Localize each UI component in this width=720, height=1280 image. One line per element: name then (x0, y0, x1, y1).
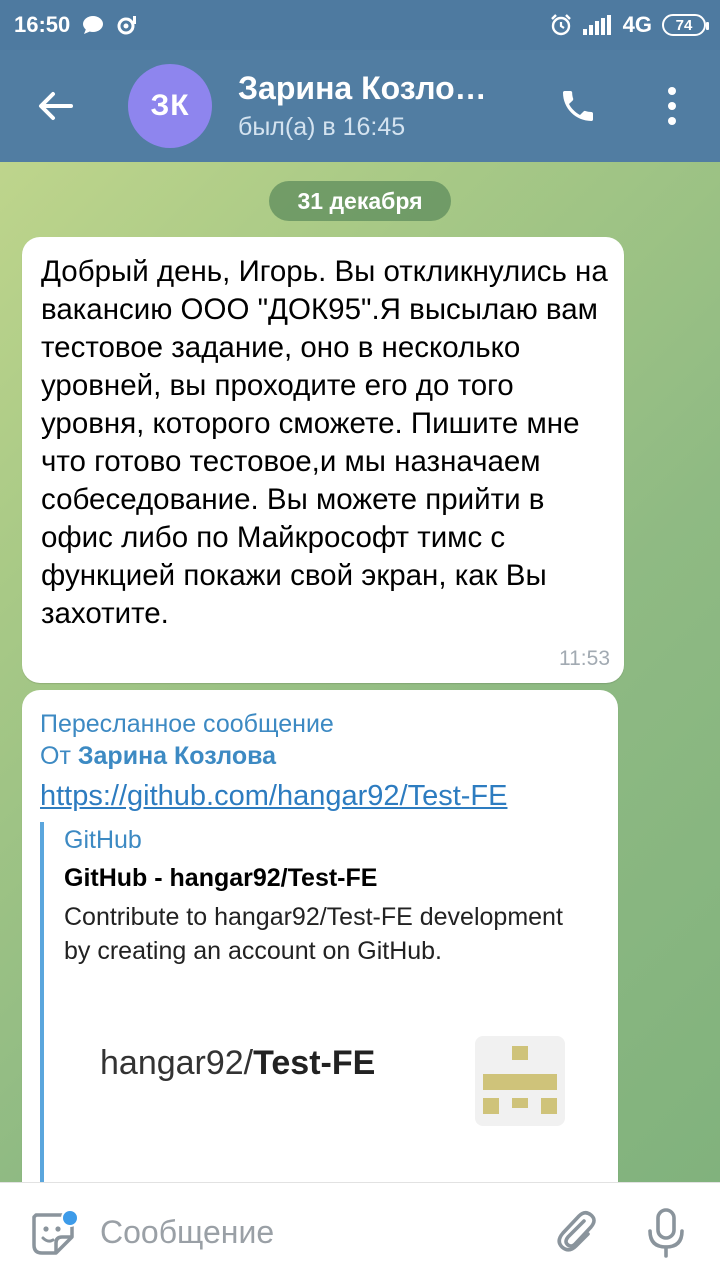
repo-owner: hangar92/ (100, 1044, 254, 1082)
battery-level: 74 (675, 16, 693, 34)
forwarded-message-bubble[interactable]: Пересланное сообщение От Зарина Козлова … (22, 690, 618, 1212)
more-vertical-icon (668, 87, 676, 125)
emoji-sticker-button[interactable] (28, 1209, 79, 1259)
arrow-left-icon (39, 92, 73, 120)
phone-icon (563, 91, 593, 121)
microphone-icon (648, 1208, 684, 1258)
message-composer (0, 1182, 720, 1280)
link-preview[interactable]: GitHub GitHub - hangar92/Test-FE Contrib… (40, 822, 600, 1212)
preview-image-repo-name: hangar92/Test-FE (100, 1044, 375, 1083)
forwarded-from[interactable]: От Зарина Козлова (40, 742, 276, 771)
date-separator: 31 декабря (269, 181, 451, 221)
battery-icon: 74 (662, 14, 709, 36)
message-time: 11:53 (559, 647, 610, 670)
back-button[interactable] (0, 50, 110, 162)
shield-icon (116, 15, 138, 35)
chat-header: ЗК Зарина Козло… был(а) в 16:45 (0, 50, 720, 162)
message-input[interactable] (100, 1207, 520, 1257)
alarm-icon (549, 13, 573, 37)
forwarded-label: Пересланное сообщение (40, 710, 334, 738)
message-bubble[interactable]: Добрый день, Игорь. Вы откликнулись на в… (22, 237, 624, 683)
call-button[interactable] (550, 78, 606, 134)
preview-description: Contribute to hangar92/Test-FE developme… (64, 903, 563, 965)
forwarded-from-name[interactable]: Зарина Козлова (78, 742, 276, 770)
chat-title-block[interactable]: Зарина Козло… был(а) в 16:45 (238, 70, 538, 142)
network-type: 4G (622, 12, 652, 37)
more-options-button[interactable] (646, 78, 698, 134)
repo-name: Test-FE (253, 1044, 376, 1082)
status-bar: 16:50 4G 74 (0, 0, 720, 50)
message-text: Добрый день, Игорь. Вы откликнулись на в… (41, 255, 608, 630)
forwarded-from-prefix: От (40, 742, 71, 770)
sticker-icon (32, 1209, 79, 1255)
last-seen-status: был(а) в 16:45 (238, 113, 406, 141)
signal-icon (582, 15, 613, 35)
message-link[interactable]: https://github.com/hangar92/Test-FE (40, 780, 507, 813)
preview-title: GitHub - hangar92/Test-FE (64, 864, 378, 892)
contact-name: Зарина Козло… (238, 70, 487, 106)
chat-bubble-icon (82, 15, 104, 35)
repo-identicon-icon (475, 1036, 565, 1126)
avatar[interactable]: ЗК (128, 64, 212, 148)
preview-site-name: GitHub (64, 826, 142, 854)
paperclip-icon (557, 1210, 596, 1252)
voice-message-button[interactable] (644, 1207, 690, 1259)
attach-button[interactable] (552, 1207, 602, 1257)
status-time: 16:50 (14, 12, 71, 37)
